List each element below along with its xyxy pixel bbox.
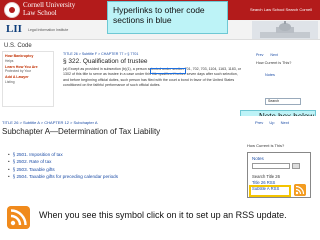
notes-link-2[interactable]: Notes: [252, 156, 264, 161]
note-box: Notes Search Title 26 Title 26 RSS Subti…: [247, 152, 311, 198]
search-input[interactable]: Search: [265, 98, 301, 105]
cornell-seal-icon[interactable]: [4, 2, 20, 18]
sidebar-text-listing: Listing: [5, 79, 15, 84]
bullet-icon: •: [8, 159, 10, 165]
search-title-link[interactable]: Search Title 26: [252, 174, 280, 179]
next-link-2[interactable]: Next: [281, 120, 289, 125]
subchapter-title: Subchapter A—Determination of Tax Liabil…: [2, 127, 161, 136]
list-item[interactable]: • § 2501. Imposition of tax: [8, 151, 118, 158]
section-list: • § 2501. Imposition of tax • § 2502. Rate…: [8, 151, 118, 181]
cornell-title[interactable]: Cornell University Law School: [23, 1, 103, 17]
callout-hyperlinks: Hyperlinks to other code sections in blu…: [107, 1, 228, 34]
search-button[interactable]: [292, 163, 300, 169]
section-link[interactable]: § 2503. Taxable gifts: [13, 167, 55, 172]
how-current-link[interactable]: How Current is This?: [256, 61, 291, 65]
rss-instruction-text: When you see this symbol click on it to …: [39, 210, 287, 220]
section-link[interactable]: § 2504. Taxable gifts for preceding cale…: [13, 174, 118, 179]
list-item[interactable]: • § 2503. Taxable gifts: [8, 166, 118, 173]
section-nav: Prev Next: [250, 53, 278, 57]
school-name: Law School: [23, 8, 57, 17]
capitol-building-icon: [252, 21, 318, 39]
rss-highlight-box: [249, 185, 291, 197]
section-nav-2: Prev Up Next: [250, 120, 289, 125]
breadcrumb-2[interactable]: TITLE 26 > Subtitle A > CHAPTER 12 > Sub…: [2, 120, 98, 125]
header-search-links[interactable]: Search Law School Search Cornell: [250, 7, 312, 12]
bullet-icon: •: [8, 166, 10, 172]
top-screenshot: Cornell University Law School Search Law…: [0, 0, 320, 114]
list-item[interactable]: • § 2502. Rate of tax: [8, 158, 118, 165]
notes-link[interactable]: Notes: [265, 73, 275, 77]
rss-icon[interactable]: [7, 206, 30, 229]
sidebar-ads: How Bankruptcy Helps Learn How You Are P…: [2, 51, 54, 107]
breadcrumb[interactable]: TITLE 26 > Subtitle F > CHAPTER 77 > § 7…: [63, 52, 138, 56]
hyperlink-highlight-box: [150, 68, 186, 74]
search-input-2[interactable]: [252, 163, 290, 169]
section-link[interactable]: § 2501. Imposition of tax: [13, 152, 63, 157]
section-link[interactable]: § 2502. Rate of tax: [13, 159, 52, 164]
list-item[interactable]: • § 2504. Taxable gifts for preceding cal…: [8, 173, 118, 180]
bullet-icon: •: [8, 152, 10, 157]
up-link[interactable]: Up: [269, 120, 274, 125]
bottom-screenshot: TITLE 26 > Subtitle A > CHAPTER 12 > Sub…: [0, 116, 320, 199]
how-current-link-2[interactable]: How Current is This?: [247, 143, 284, 148]
lii-logo[interactable]: LII: [6, 23, 22, 35]
prev-link-2[interactable]: Prev: [255, 120, 263, 125]
bullet-icon: •: [8, 174, 10, 180]
prev-link[interactable]: Prev: [256, 53, 263, 57]
lii-tagline: Legal Information Institute: [28, 28, 69, 32]
next-link[interactable]: Next: [270, 53, 277, 57]
page-section-heading: U.S. Code: [4, 43, 32, 49]
section-title: § 322. Qualification of trustee: [63, 58, 148, 65]
rss-icon[interactable]: [294, 184, 306, 196]
